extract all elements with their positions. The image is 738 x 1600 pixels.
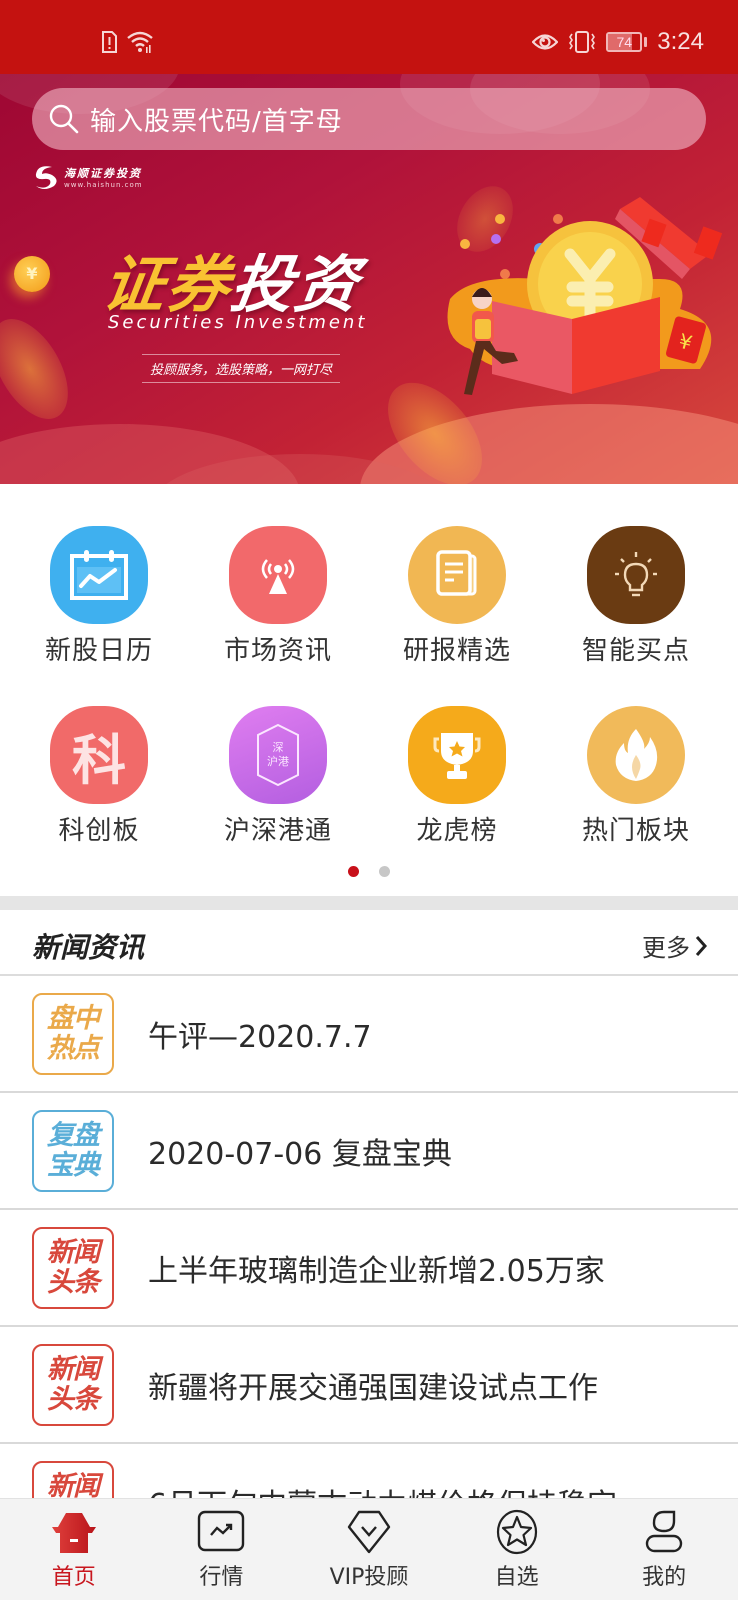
chevron-right-icon — [695, 935, 708, 956]
lightbulb-icon — [587, 526, 685, 624]
news-list: 盘中 热点 午评—2020.7.7 复盘 宝典 2020-07-06 复盘宝典 新闻… — [0, 976, 738, 1498]
grid-item-research-reports[interactable]: 研报精选 — [365, 526, 549, 667]
tab-watchlist[interactable]: 自选 — [443, 1499, 591, 1600]
grid-item-star-market[interactable]: 科 科创板 — [7, 706, 191, 847]
more-news-button[interactable]: 更多 — [642, 928, 708, 963]
grid-item-hk-connect[interactable]: 深 沪港 沪深港通 — [186, 706, 370, 847]
page-indicator — [0, 866, 738, 877]
feature-grid: 新股日历 市场资讯 研报精选 智能买点 科 科创板 深 沪港 沪深港通 龙虎榜 … — [0, 484, 738, 896]
grid-label: 科创板 — [58, 816, 140, 846]
logo-url: www.haishun.com — [64, 181, 143, 189]
grid-item-hot-sectors[interactable]: 热门板块 — [544, 706, 728, 847]
news-item[interactable]: 新闻 头条 新疆将开展交通强国建设试点工作 — [0, 1327, 738, 1444]
ke-char-icon: 科 — [50, 706, 148, 804]
wifi-icon — [127, 31, 153, 53]
grid-item-market-news[interactable]: 市场资讯 — [186, 526, 370, 667]
banner-tagline: 投顾服务，选股策略，一网打尽 — [142, 354, 340, 383]
news-badge-icon: 复盘 宝典 — [32, 1109, 114, 1192]
grid-label: 沪深港通 — [223, 816, 332, 846]
headline-gold: 证券 — [98, 248, 237, 321]
brand-logo: 海顺证券投资 www.haishun.com — [32, 164, 143, 190]
news-headline: 新疆将开展交通强国建设试点工作 — [148, 1370, 598, 1406]
tab-label: 行情 — [199, 1565, 244, 1590]
tab-home[interactable]: 首页 — [0, 1499, 148, 1600]
battery-level: 74 — [616, 34, 633, 50]
news-headline: 午评—2020.7.7 — [148, 1019, 372, 1055]
news-badge-icon: 新闻头条 — [32, 1226, 114, 1309]
battery-icon: 74 — [606, 32, 648, 52]
tab-profile[interactable]: 我的 — [590, 1499, 738, 1600]
star-icon — [496, 1509, 537, 1555]
news-badge-icon: 新闻头条 — [32, 1460, 114, 1498]
coin-icon: ¥ — [14, 256, 50, 292]
calendar-chart-icon — [50, 526, 148, 624]
grid-label: 热门板块 — [581, 816, 690, 846]
market-chart-icon — [198, 1510, 245, 1552]
grid-label: 市场资讯 — [223, 636, 332, 666]
grid-item-dragon-tiger-list[interactable]: 龙虎榜 — [365, 706, 549, 847]
clock: 3:24 — [657, 28, 704, 55]
banner-subtitle: Securities Investment — [108, 312, 368, 333]
grid-label: 研报精选 — [402, 636, 511, 666]
news-badge-icon: 新闻头条 — [32, 1343, 114, 1426]
news-item[interactable]: 新闻头条 6月下旬内蒙古动力煤价格保持稳定 — [0, 1444, 738, 1498]
grid-label: 新股日历 — [44, 636, 153, 666]
vip-diamond-icon — [347, 1510, 391, 1554]
news-item[interactable]: 盘中 热点 午评—2020.7.7 — [0, 976, 738, 1093]
promo-banner[interactable]: 输入股票代码/首字母 海顺证券投资 www.haishun.com ¥ 证券投资… — [0, 74, 738, 484]
tab-label: 我的 — [642, 1565, 687, 1590]
section-divider — [0, 896, 738, 910]
hk-connect-icon: 深 沪港 — [229, 706, 327, 804]
search-placeholder: 输入股票代码/首字母 — [90, 106, 343, 137]
news-item[interactable]: 复盘 宝典 2020-07-06 复盘宝典 — [0, 1093, 738, 1210]
status-bar: 74 3:24 — [0, 0, 738, 74]
news-item[interactable]: 新闻 头条 上半年玻璃制造企业新增2.05万家 — [0, 1210, 738, 1327]
trophy-icon — [408, 706, 506, 804]
eye-comfort-icon — [532, 34, 559, 50]
tab-market[interactable]: 行情 — [148, 1499, 296, 1600]
news-headline: 上半年玻璃制造企业新增2.05万家 — [148, 1253, 605, 1289]
gift-box-illustration-icon: ¥ — [447, 197, 723, 395]
sim-alert-icon — [102, 31, 117, 53]
logo-name: 海顺证券投资 — [64, 167, 142, 180]
search-icon — [49, 104, 79, 134]
news-section-header: 新闻资讯 更多 — [0, 910, 738, 976]
user-icon — [645, 1510, 683, 1553]
document-icon — [408, 526, 506, 624]
banner-headline: 证券投资 — [98, 234, 367, 324]
grid-label: 龙虎榜 — [416, 816, 498, 846]
news-headline: 6月下旬内蒙古动力煤价格保持稳定 — [148, 1480, 617, 1499]
tab-label: VIP投顾 — [329, 1565, 409, 1590]
page-dot-2[interactable] — [379, 866, 390, 877]
grid-item-smart-buy-points[interactable]: 智能买点 — [544, 526, 728, 667]
news-headline: 2020-07-06 复盘宝典 — [148, 1136, 452, 1172]
tab-label: 首页 — [51, 1565, 96, 1590]
news-badge-icon: 盘中 热点 — [32, 992, 114, 1075]
logo-mark-icon — [35, 166, 57, 189]
flame-icon — [587, 706, 685, 804]
grid-item-new-stock-calendar[interactable]: 新股日历 — [7, 526, 191, 667]
tab-label: 自选 — [494, 1565, 539, 1590]
bottom-tab-bar: 首页 行情 VIP投顾 自选 我的 — [0, 1498, 738, 1600]
page-dot-1[interactable] — [348, 866, 359, 877]
broadcast-icon — [229, 526, 327, 624]
vibrate-icon — [569, 31, 596, 53]
search-input[interactable]: 输入股票代码/首字母 — [32, 88, 706, 150]
grid-label: 智能买点 — [581, 636, 690, 666]
headline-white: 投资 — [226, 248, 365, 321]
home-icon — [51, 1513, 96, 1553]
news-section-title: 新闻资讯 — [32, 931, 145, 964]
tab-vip-advisor[interactable]: VIP投顾 — [295, 1499, 443, 1600]
